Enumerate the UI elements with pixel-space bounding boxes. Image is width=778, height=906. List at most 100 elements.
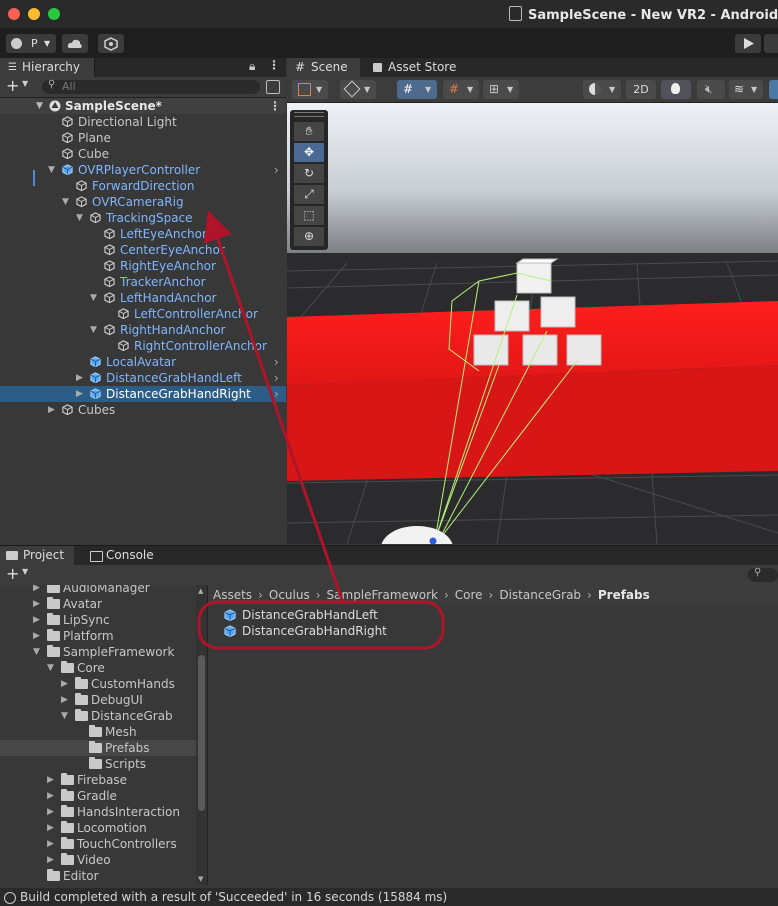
folder-tree-item[interactable]: ▶ DebugUI [0,692,196,708]
breadcrumb-item[interactable]: Oculus [269,585,310,605]
breadcrumb-item[interactable]: Assets [213,585,252,605]
tree-scrollbar[interactable]: ▲ ▼ [196,585,207,885]
tab-console[interactable]: Console [90,546,170,565]
zoom-window-button[interactable] [48,8,60,20]
expand-arrow-icon[interactable]: ▼ [61,708,68,724]
hierarchy-item[interactable]: ▶ DistanceGrabHandLeft › [0,370,286,386]
project-search-input[interactable]: ⚲ [748,567,778,582]
open-prefab-icon[interactable]: › [274,386,279,402]
collapse-arrow-icon[interactable]: ▶ [47,804,54,820]
hierarchy-item[interactable]: ▼ RightHandAnchor [0,322,286,338]
breadcrumb-item[interactable]: Core [455,585,483,605]
folder-tree-item[interactable]: ▶ CustomHands [0,676,196,692]
hierarchy-item[interactable]: ▼ TrackingSpace [0,210,286,226]
toggle-2d-button[interactable]: 2D [626,80,656,99]
search-filter-icon[interactable] [266,80,280,94]
hierarchy-item[interactable]: Directional Light [0,114,286,130]
lock-icon[interactable]: 🔒︎ [249,59,255,74]
palette-grip[interactable] [294,112,324,117]
effects-dropdown[interactable]: ≋ ▼ [729,80,763,99]
collapse-arrow-icon[interactable]: ▶ [47,820,54,836]
folder-tree-item[interactable]: ▼ SampleFramework [0,644,196,660]
folder-tree-item[interactable]: Editor [0,868,196,884]
tab-hierarchy[interactable]: ☰ Hierarchy [0,58,95,77]
open-prefab-icon[interactable]: › [274,354,279,370]
lighting-toggle[interactable] [661,80,691,99]
collapse-arrow-icon[interactable]: ▶ [33,596,40,612]
folder-tree-item[interactable]: Mesh [0,724,196,740]
draw-mode-dropdown[interactable]: ▼ [292,80,328,99]
folder-tree-item[interactable]: ▶ Platform [0,628,196,644]
collapse-arrow-icon[interactable]: ▶ [47,772,54,788]
scroll-down-icon[interactable]: ▼ [198,875,203,883]
breadcrumb-item[interactable]: DistanceGrab [499,585,581,605]
pause-button[interactable] [764,34,778,53]
expand-arrow-icon[interactable]: ▼ [36,98,43,114]
account-dropdown[interactable]: P ▼ [6,34,56,53]
open-prefab-icon[interactable]: › [274,370,279,386]
minimize-window-button[interactable] [28,8,40,20]
breadcrumb-item[interactable]: SampleFramework [327,585,438,605]
hierarchy-item[interactable]: CenterEyeAnchor [0,242,286,258]
create-asset-button[interactable]: + [6,565,19,583]
collapse-arrow-icon[interactable]: ▶ [76,386,83,402]
scale-tool-button[interactable]: ⤢ [294,185,324,204]
collapse-arrow-icon[interactable]: ▶ [33,628,40,644]
folder-tree-item[interactable]: ▶ Firebase [0,772,196,788]
folder-tree-item[interactable]: ▶ TouchControllers [0,836,196,852]
rect-tool-button[interactable]: ⬚ [294,206,324,225]
status-bar[interactable]: Build completed with a result of 'Succee… [0,888,778,906]
expand-arrow-icon[interactable]: ▼ [47,660,54,676]
folder-tree-item[interactable]: ▶ Locomotion [0,820,196,836]
play-button[interactable] [735,34,761,53]
folder-tree-item[interactable]: ▶ Gradle [0,788,196,804]
collab-button[interactable] [98,34,124,53]
folder-tree-item[interactable]: Scripts [0,756,196,772]
hierarchy-item[interactable]: LeftControllerAnchor [0,306,286,322]
audio-toggle[interactable]: 🔇︎ [697,80,725,99]
folder-tree-item[interactable]: ▶ HandsInteraction [0,804,196,820]
folder-tree-item[interactable]: ▼ Core [0,660,196,676]
collapse-arrow-icon[interactable]: ▶ [76,370,83,386]
move-tool-button[interactable]: ✥ [294,143,324,162]
collapse-arrow-icon[interactable]: ▶ [48,402,55,418]
more-options-icon[interactable]: ⋮ [268,58,280,72]
hierarchy-item[interactable]: ▼ LeftHandAnchor [0,290,286,306]
rotate-tool-button[interactable]: ↻ [294,164,324,183]
add-object-button[interactable]: + [6,77,19,95]
expand-arrow-icon[interactable]: ▼ [90,290,97,306]
hierarchy-item[interactable]: ▶ DistanceGrabHandRight › [0,386,286,402]
expand-arrow-icon[interactable]: ▼ [76,210,83,226]
scroll-up-icon[interactable]: ▲ [198,587,203,595]
close-window-button[interactable] [8,8,20,20]
hierarchy-item[interactable]: ▼ OVRCameraRig [0,194,286,210]
folder-tree-item[interactable]: ▶ LipSync [0,612,196,628]
grid-visibility-dropdown[interactable]: # ▼ [443,80,479,99]
expand-arrow-icon[interactable]: ▼ [90,322,97,338]
folder-tree-item[interactable]: ▼ DistanceGrab [0,708,196,724]
scene-menu-icon[interactable]: ⋮ [269,98,281,114]
hierarchy-item[interactable]: RightEyeAnchor [0,258,286,274]
gizmos-toggle[interactable] [769,80,778,99]
scene-viewport[interactable]: ✋︎ ✥ ↻ ⤢ ⬚ ⊕ [287,103,778,544]
render-mode-dropdown[interactable]: ▼ [340,80,376,99]
collapse-arrow-icon[interactable]: ▶ [33,612,40,628]
scrollbar-thumb[interactable] [198,655,205,811]
folder-tree-item[interactable]: ▶ AudioManager [0,585,196,596]
tab-scene[interactable]: # Scene [287,58,360,77]
shading-mode-dropdown[interactable]: ▼ [583,80,621,99]
scene-header-row[interactable]: ▼ SampleScene* ⋮ [0,98,286,114]
folder-tree-item[interactable]: Prefabs [0,740,196,756]
collapse-arrow-icon[interactable]: ▶ [47,788,54,804]
hierarchy-item[interactable]: RightControllerAnchor [0,338,286,354]
hierarchy-item[interactable]: Cube [0,146,286,162]
tab-asset-store[interactable]: Asset Store [373,58,463,77]
collapse-arrow-icon[interactable]: ▶ [61,676,68,692]
tab-project[interactable]: Project [0,546,74,565]
folder-tree-item[interactable]: ▶ Video [0,852,196,868]
expand-arrow-icon[interactable]: ▼ [48,162,55,178]
expand-arrow-icon[interactable]: ▼ [62,194,69,210]
cloud-button[interactable] [62,34,88,53]
hierarchy-item[interactable]: Plane [0,130,286,146]
hierarchy-item[interactable]: TrackerAnchor [0,274,286,290]
